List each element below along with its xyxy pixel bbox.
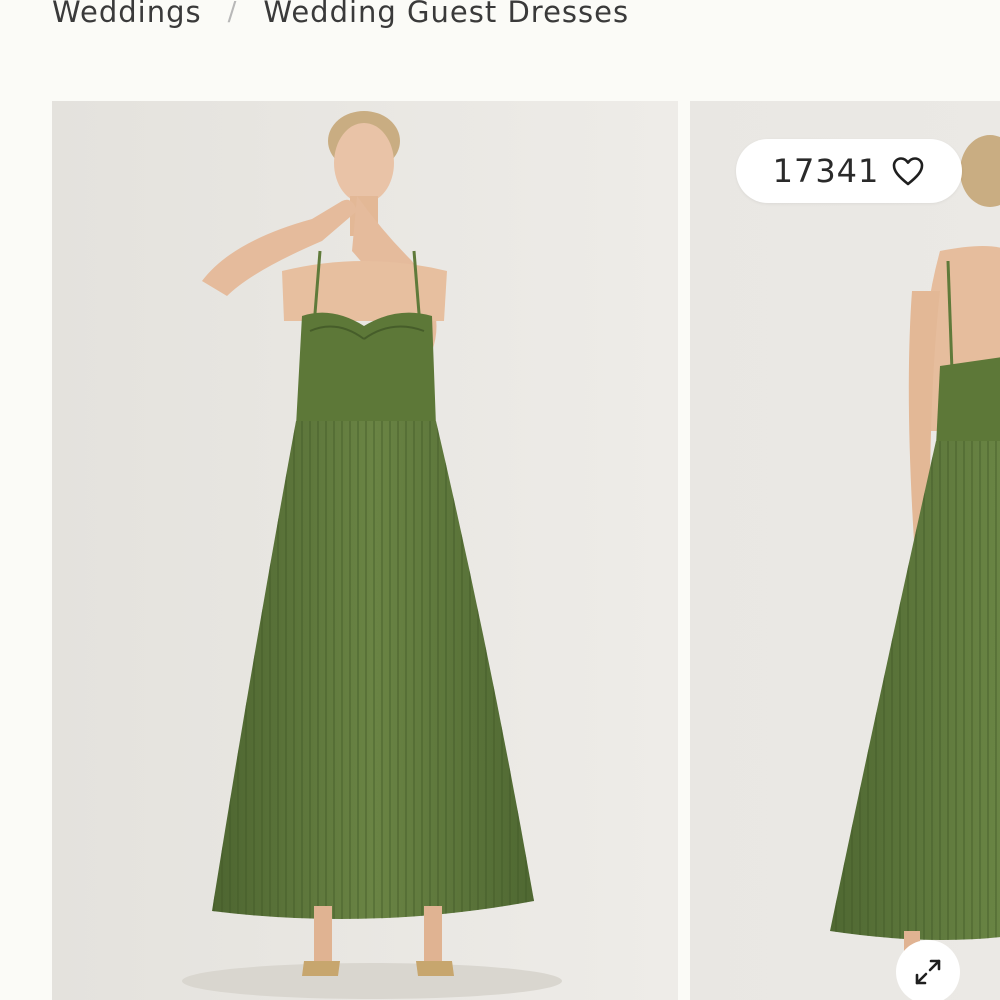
expand-image-button[interactable] (896, 940, 960, 1000)
expand-icon (915, 959, 941, 985)
model-back-illustration (690, 101, 1000, 1000)
heart-icon (893, 157, 924, 186)
like-count: 17341 (772, 152, 880, 190)
breadcrumb: Weddings / Wedding Guest Dresses (52, 0, 629, 32)
breadcrumb-wedding-guest-dresses[interactable]: Wedding Guest Dresses (263, 0, 629, 29)
breadcrumb-weddings[interactable]: Weddings (52, 0, 202, 29)
product-gallery-page: Weddings / Wedding Guest Dresses 17341 (0, 0, 1000, 1000)
product-photo-back[interactable] (690, 101, 1000, 1000)
like-button[interactable]: 17341 (736, 139, 962, 203)
model-front-illustration (52, 101, 678, 1000)
product-photo-front[interactable] (52, 101, 678, 1000)
breadcrumb-separator: / (227, 0, 238, 27)
